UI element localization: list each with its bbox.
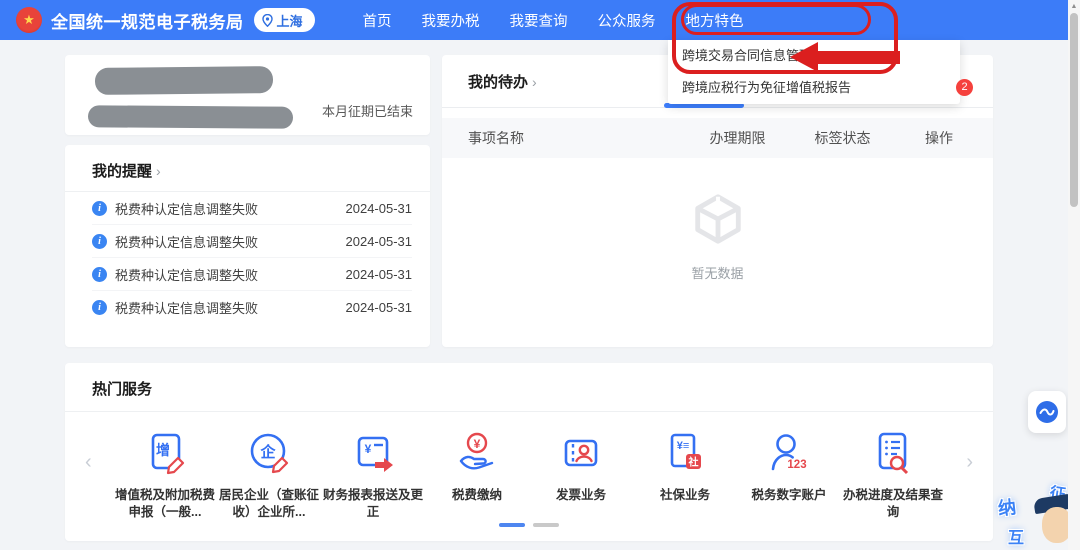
reminders-card: 我的提醒 › i 税费种认定信息调整失败 2024-05-31 i 税费种认定信息… bbox=[65, 145, 430, 347]
top-header-bar: ★ 全国统一规范电子税务局 上海 首页 我要办税 我要查询 公众服务 地方特色 bbox=[0, 0, 1068, 40]
chevron-right-icon: › bbox=[156, 163, 161, 179]
reminder-text: 税费种认定信息调整失败 bbox=[115, 267, 259, 283]
svg-text:社: 社 bbox=[688, 456, 699, 469]
reminders-header[interactable]: 我的提醒 › bbox=[65, 145, 430, 192]
service-label: 增值税及附加税费申报（一般... bbox=[114, 488, 215, 519]
nav-item-public-service[interactable]: 公众服务 bbox=[598, 10, 656, 31]
svg-text:¥: ¥ bbox=[474, 437, 481, 451]
financial-report-icon: ¥ bbox=[357, 436, 393, 472]
main-nav: 首页 我要办税 我要查询 公众服务 地方特色 bbox=[363, 10, 744, 31]
info-circle-icon: i bbox=[92, 300, 107, 315]
location-pin-icon bbox=[261, 13, 273, 27]
progress-result-query-icon bbox=[878, 432, 909, 475]
svg-text:¥≡: ¥≡ bbox=[677, 440, 690, 452]
empty-text: 暂无数据 bbox=[691, 266, 744, 281]
vat-surcharge-declare-icon: 增 bbox=[151, 433, 185, 475]
nav-item-do-tax[interactable]: 我要办税 bbox=[422, 10, 480, 31]
tax-mascot[interactable]: 征 纳 互 bbox=[996, 480, 1077, 550]
service-label: 税费缴纳 bbox=[451, 488, 502, 502]
notification-badge: 2 bbox=[956, 79, 973, 96]
empty-box-icon bbox=[694, 194, 741, 244]
service-vat-declare[interactable]: 增 增值税及附加税费申报（一般... bbox=[113, 430, 217, 521]
todo-table-header: 事项名称 办理期限 标签状态 操作 bbox=[442, 118, 993, 158]
service-invoice[interactable]: 发票业务 bbox=[529, 430, 633, 521]
location-label: 上海 bbox=[276, 13, 303, 29]
redacted-taxpayer-name bbox=[94, 66, 274, 95]
service-label: 居民企业（查账征收）企业所... bbox=[218, 488, 319, 519]
page-dot-active[interactable] bbox=[499, 523, 525, 527]
col-item-name: 事项名称 bbox=[468, 130, 524, 146]
scroll-up-arrow-icon[interactable]: ▲ bbox=[1068, 0, 1080, 13]
empty-state: 暂无数据 bbox=[442, 190, 993, 282]
interaction-float-button[interactable] bbox=[1028, 391, 1066, 433]
location-selector[interactable]: 上海 bbox=[253, 8, 315, 32]
service-label: 税务数字账户 bbox=[751, 488, 827, 502]
nav-item-home[interactable]: 首页 bbox=[363, 10, 392, 31]
levy-period-status: 本月征期已结束 bbox=[321, 104, 413, 119]
reminder-item[interactable]: i 税费种认定信息调整失败 2024-05-31 bbox=[92, 258, 412, 291]
resident-enterprise-tax-icon: 企 bbox=[250, 433, 289, 474]
chevron-right-icon: › bbox=[532, 74, 537, 90]
social-security-icon: ¥≡ 社 bbox=[670, 433, 701, 469]
service-digital-account[interactable]: 123 税务数字账户 bbox=[737, 430, 841, 521]
mascot-char: 纳 bbox=[997, 497, 1018, 519]
service-label: 办税进度及结果查询 bbox=[842, 488, 943, 519]
suggestion-cross-border-contract[interactable]: 跨境交易合同信息管理 bbox=[668, 40, 960, 72]
chevron-right-icon[interactable]: › bbox=[966, 451, 973, 474]
nav-item-local-feature[interactable]: 地方特色 bbox=[686, 10, 744, 31]
reminder-date: 2024-05-31 bbox=[345, 300, 413, 315]
service-icons-row: 增 增值税及附加税费申报（一般... 企 居民企业（查账征收）企业所... ¥ … bbox=[65, 412, 993, 521]
reminder-date: 2024-05-31 bbox=[345, 200, 413, 216]
reminders-title: 我的提醒 bbox=[92, 163, 153, 180]
digital-account-icon: 123 bbox=[771, 434, 807, 471]
hot-services-card: 热门服务 ‹ › 增 增值税及附加税费申报（一般... 企 居民企业（查账征收）… bbox=[65, 363, 993, 541]
info-circle-icon: i bbox=[92, 233, 107, 249]
nav-item-query[interactable]: 我要查询 bbox=[510, 10, 568, 31]
hot-services-header: 热门服务 bbox=[65, 363, 993, 412]
page-dot[interactable] bbox=[533, 523, 559, 527]
chevron-left-icon[interactable]: ‹ bbox=[85, 451, 92, 474]
reminder-date: 2024-05-31 bbox=[345, 266, 413, 282]
col-operation: 操作 bbox=[925, 130, 953, 146]
mascot-char: 互 bbox=[1008, 530, 1025, 547]
svg-text:123: 123 bbox=[787, 459, 806, 471]
reminder-item[interactable]: i 税费种认定信息调整失败 2024-05-31 bbox=[92, 291, 412, 324]
service-label: 财务报表报送及更正 bbox=[322, 488, 423, 519]
svg-text:增: 增 bbox=[156, 442, 170, 458]
service-tax-payment[interactable]: ¥ 税费缴纳 bbox=[425, 430, 529, 521]
scrollbar-thumb[interactable] bbox=[1070, 13, 1078, 207]
redacted-taxpayer-id bbox=[87, 105, 294, 129]
carousel-pagination bbox=[65, 523, 993, 527]
national-emblem-icon: ★ bbox=[16, 7, 42, 33]
reminder-text: 税费种认定信息调整失败 bbox=[115, 234, 259, 250]
col-tag-status: 标签状态 bbox=[814, 130, 871, 146]
info-circle-icon: i bbox=[92, 200, 107, 216]
reminder-text: 税费种认定信息调整失败 bbox=[115, 301, 259, 316]
profile-card: 本月征期已结束 bbox=[65, 55, 430, 135]
reminder-item[interactable]: i 税费种认定信息调整失败 2024-05-31 bbox=[92, 192, 412, 225]
reminder-date: 2024-05-31 bbox=[345, 233, 413, 249]
svg-text:¥: ¥ bbox=[365, 442, 372, 456]
site-title: 全国统一规范电子税务局 bbox=[51, 12, 244, 32]
suggestion-cross-border-vat-exempt[interactable]: 跨境应税行为免征增值税报告 bbox=[668, 72, 960, 104]
reminder-item[interactable]: i 税费种认定信息调整失败 2024-05-31 bbox=[92, 225, 412, 258]
tax-payment-icon: ¥ bbox=[459, 432, 494, 470]
service-resident-enterprise[interactable]: 企 居民企业（查账征收）企业所... bbox=[217, 430, 321, 521]
reminder-text: 税费种认定信息调整失败 bbox=[115, 201, 259, 217]
service-label: 社保业务 bbox=[659, 488, 710, 502]
search-suggestion-dropdown: 跨境交易合同信息管理 跨境应税行为免征增值税报告 bbox=[668, 40, 960, 104]
service-financial-report[interactable]: ¥ 财务报表报送及更正 bbox=[321, 430, 425, 521]
service-progress-query[interactable]: 办税进度及结果查询 bbox=[841, 430, 945, 521]
service-label: 发票业务 bbox=[555, 488, 606, 502]
svg-text:企: 企 bbox=[259, 443, 276, 461]
hot-services-title: 热门服务 bbox=[92, 381, 153, 398]
todo-title: 我的待办 bbox=[468, 74, 529, 91]
info-circle-icon: i bbox=[92, 266, 107, 282]
page-scrollbar[interactable]: ▲ bbox=[1068, 0, 1080, 550]
interaction-icon bbox=[1036, 401, 1058, 423]
service-social-security[interactable]: ¥≡ 社 社保业务 bbox=[633, 430, 737, 521]
col-deadline: 办理期限 bbox=[709, 130, 766, 146]
invoice-business-icon bbox=[564, 439, 598, 467]
